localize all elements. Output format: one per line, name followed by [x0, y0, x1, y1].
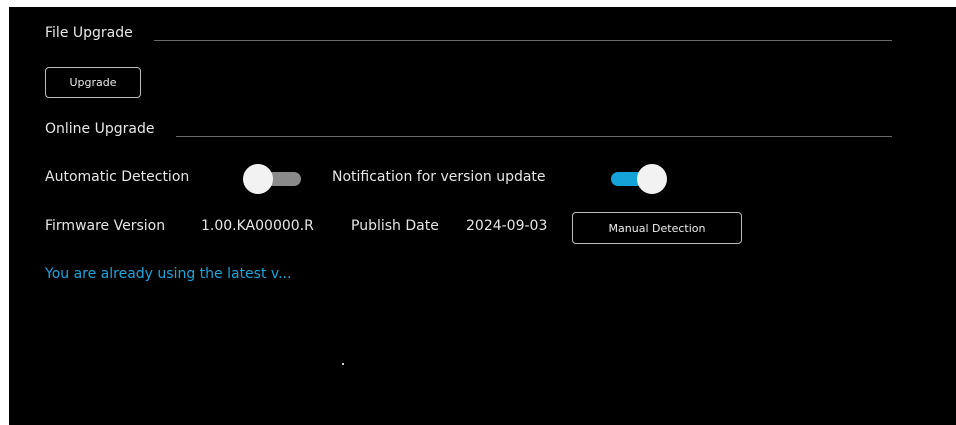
toggle-knob	[243, 164, 273, 194]
online-upgrade-divider	[176, 136, 892, 137]
file-upgrade-divider	[154, 40, 892, 41]
notification-label: Notification for version update	[332, 169, 546, 185]
firmware-version-label: Firmware Version	[45, 218, 166, 234]
firmware-version-value: 1.00.KA00000.R	[201, 218, 314, 234]
status-message: You are already using the latest v...	[45, 266, 292, 282]
upgrade-panel: File Upgrade Upgrade Online Upgrade Auto…	[9, 7, 956, 425]
upgrade-button[interactable]: Upgrade	[45, 67, 141, 98]
stray-dot	[342, 363, 344, 365]
notification-toggle[interactable]	[607, 164, 667, 194]
publish-date-value: 2024-09-03	[466, 218, 548, 234]
publish-date-label: Publish Date	[351, 218, 439, 234]
automatic-detection-label: Automatic Detection	[45, 169, 190, 185]
file-upgrade-title: File Upgrade	[45, 25, 133, 41]
online-upgrade-title: Online Upgrade	[45, 121, 155, 137]
toggle-knob	[637, 164, 667, 194]
automatic-detection-toggle[interactable]	[243, 164, 301, 194]
manual-detection-button[interactable]: Manual Detection	[572, 212, 742, 244]
